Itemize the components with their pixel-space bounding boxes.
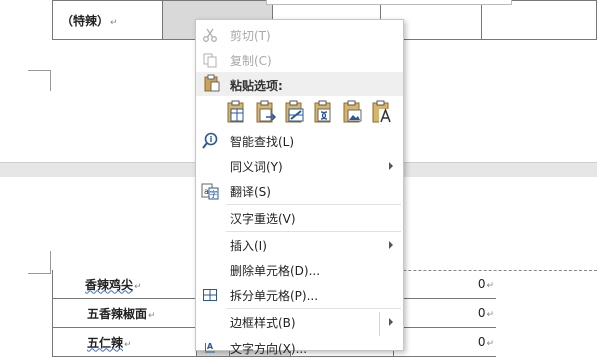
svg-text:a: a: [204, 187, 209, 196]
text-direction-icon: |A: [200, 338, 220, 358]
menu-item-copy[interactable]: 复制(C): [196, 48, 403, 72]
split-button-divider: [379, 312, 380, 336]
clipboard-icon: [203, 74, 221, 95]
table-cell[interactable]: [480, 0, 597, 40]
menu-item-label: 翻译(S): [230, 184, 271, 199]
margin-corner-mark: [28, 251, 51, 274]
paragraph-mark: ↵: [110, 17, 118, 28]
cell-mark: ↵: [148, 310, 156, 321]
paste-options-header: 粘贴选项:: [196, 72, 403, 96]
scissors-icon: [200, 25, 220, 45]
table-cell-zero[interactable]: 0↵: [393, 298, 496, 328]
row-zero: 0: [477, 306, 486, 320]
cell-mark: ↵: [486, 310, 494, 320]
smart-lookup-icon: i: [200, 131, 220, 151]
menu-item-label: 汉字重选(V): [230, 211, 296, 226]
table-cell-label[interactable]: （特辣）↵: [52, 0, 163, 40]
submenu-arrow-icon: [389, 241, 393, 249]
menu-item-text-direction[interactable]: |A 文字方向(X)...: [196, 336, 403, 360]
menu-separator: [226, 204, 401, 205]
menu-separator: [226, 231, 401, 232]
table-cell-name[interactable]: 五香辣椒面↵: [52, 298, 197, 328]
menu-item-split-cells[interactable]: 拆分单元格(P)...: [196, 283, 403, 307]
menu-item-synonyms[interactable]: 同义词(Y): [196, 154, 403, 178]
menu-item-label: 复制(C): [230, 53, 272, 68]
table-cell-zero[interactable]: 0↵: [393, 270, 496, 299]
cell-mark: ↵: [486, 281, 494, 291]
submenu-arrow-icon: [389, 318, 393, 326]
floating-toolbar-edge: [266, 0, 512, 5]
paste-text-only-icon[interactable]: [371, 99, 394, 125]
paste-options-row: [226, 99, 394, 125]
cell-label-text: （特辣）: [61, 13, 110, 28]
paste-picture-icon[interactable]: [342, 99, 365, 125]
table-cell-zero[interactable]: 0↵: [393, 327, 496, 357]
row-name: 香辣鸡尖: [85, 277, 134, 292]
cell-mark: ↵: [134, 281, 142, 292]
menu-item-label: 文字方向(X)...: [230, 341, 308, 356]
menu-item-label: 同义词(Y): [230, 159, 283, 174]
paste-overwrite-cells-icon[interactable]: [313, 99, 336, 125]
row-name: 五仁辣: [87, 335, 124, 350]
menu-item-translate[interactable]: a字 翻译(S): [196, 179, 403, 203]
menu-item-delete-cells[interactable]: 删除单元格(D)...: [196, 258, 403, 282]
menu-separator: [226, 308, 401, 309]
menu-item-label: 删除单元格(D)...: [230, 263, 321, 278]
row-zero: 0: [477, 277, 486, 291]
table-cell-name[interactable]: 香辣鸡尖↵: [52, 270, 197, 299]
cell-mark: ↵: [124, 339, 132, 350]
paste-nest-table-icon[interactable]: [226, 99, 249, 125]
svg-text:|A: |A: [204, 342, 214, 351]
translate-icon: a字: [200, 181, 220, 201]
menu-item-border-styles[interactable]: 边框样式(B): [196, 310, 403, 334]
svg-text:i: i: [210, 135, 213, 144]
submenu-arrow-icon: [389, 162, 393, 170]
menu-item-label: 拆分单元格(P)...: [230, 288, 319, 303]
row-name: 五香辣椒面: [87, 306, 148, 321]
paste-insert-rows-icon[interactable]: [255, 99, 278, 125]
menu-item-label: 智能查找(L): [230, 134, 295, 149]
menu-item-label: 插入(I): [230, 238, 267, 253]
svg-text:字: 字: [210, 189, 218, 199]
menu-item-smart-lookup[interactable]: i 智能查找(L): [196, 129, 403, 153]
menu-item-label: 剪切(T): [230, 28, 271, 43]
menu-item-reconvert[interactable]: 汉字重选(V): [196, 206, 403, 230]
menu-item-insert[interactable]: 插入(I): [196, 233, 403, 257]
context-menu: 剪切(T) 复制(C) 粘贴选项: i 智能查找(L) 同义词(Y) a 字 翻…: [195, 19, 404, 356]
paste-options-label: 粘贴选项:: [230, 79, 283, 93]
copy-icon: [200, 50, 220, 70]
table-cell-name[interactable]: 五仁辣↵: [52, 327, 197, 357]
margin-corner-mark: [28, 70, 51, 91]
menu-item-label: 边框样式(B): [230, 315, 296, 330]
paste-merge-table-icon[interactable]: [284, 99, 307, 125]
split-cells-icon: [200, 285, 220, 305]
menu-item-cut[interactable]: 剪切(T): [196, 23, 403, 47]
row-zero: 0: [477, 335, 486, 349]
